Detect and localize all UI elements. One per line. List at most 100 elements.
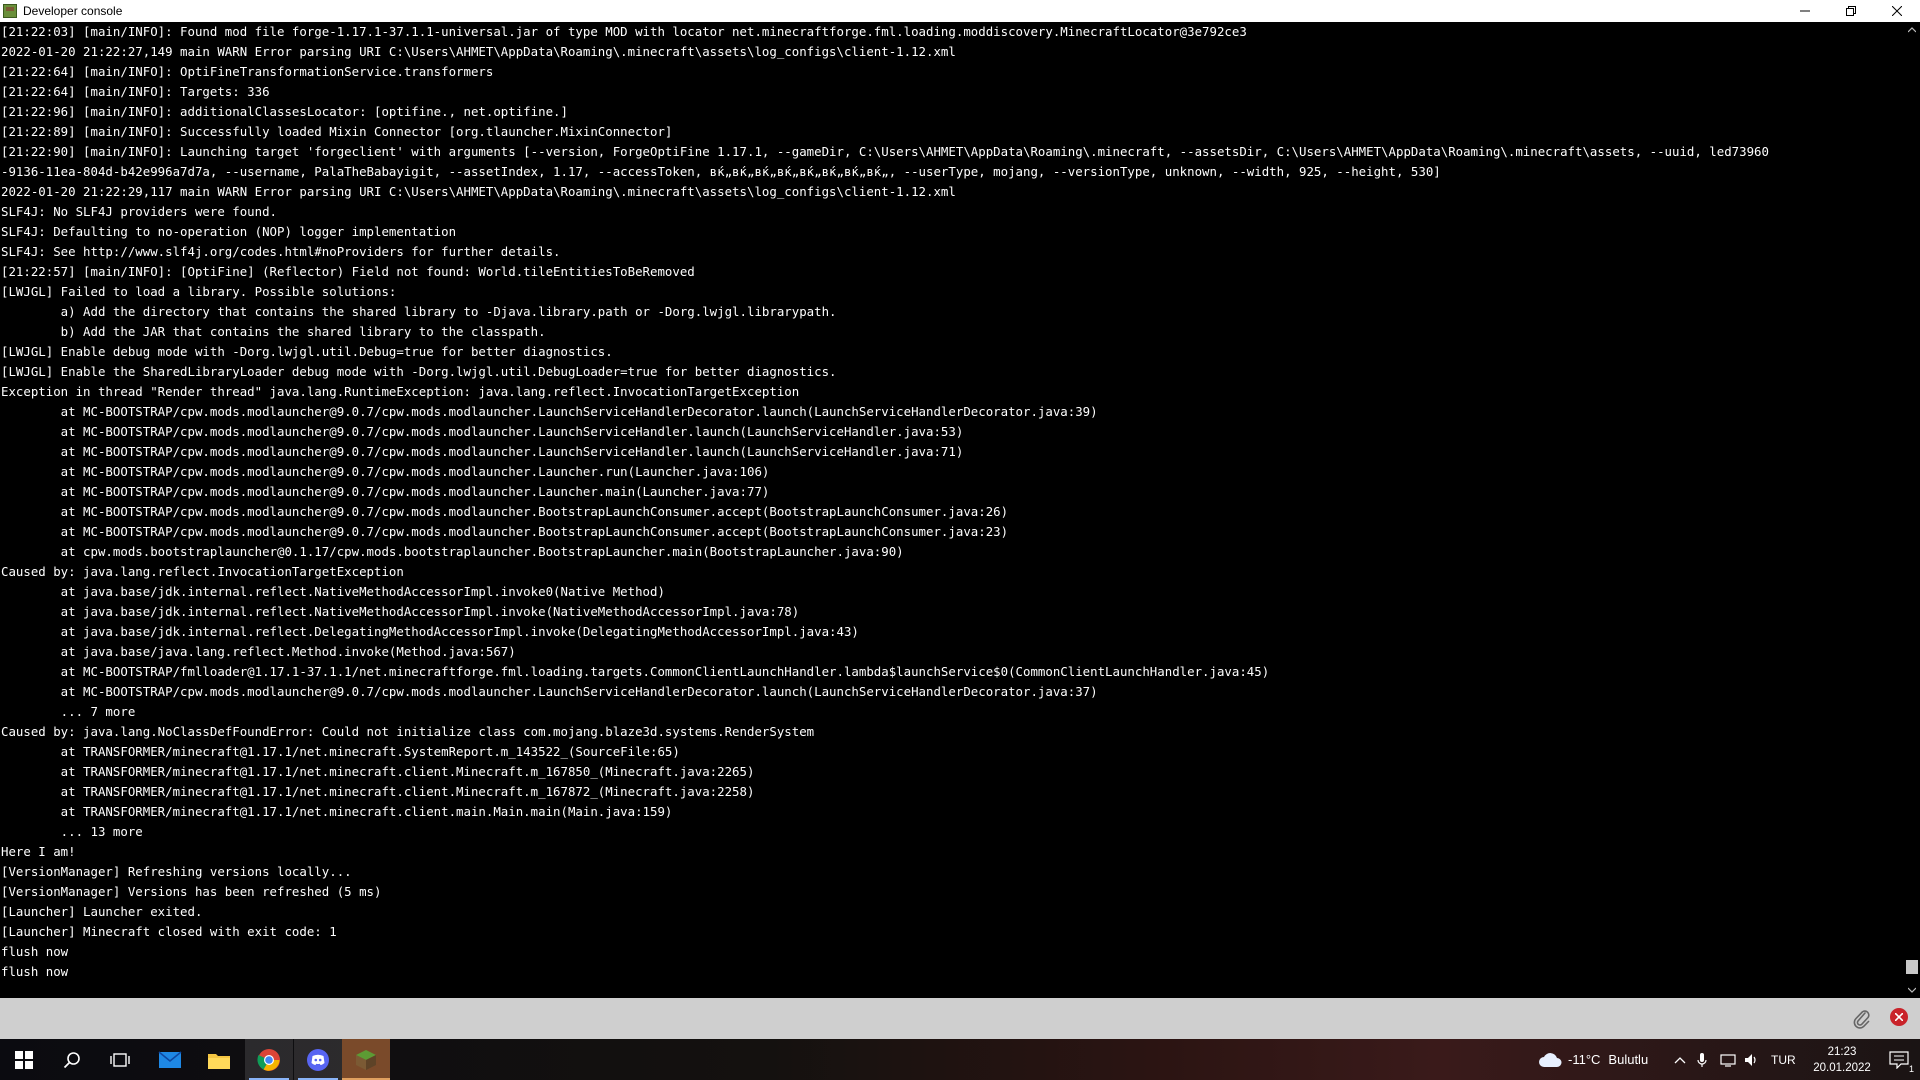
- windows-logo-icon: [15, 1050, 33, 1069]
- scroll-down-button[interactable]: [1904, 982, 1920, 998]
- minecraft-block-icon: [3, 4, 17, 18]
- file-explorer-icon: [208, 1053, 230, 1069]
- close-console-button[interactable]: [1890, 1008, 1908, 1026]
- console-line: ... 13 more: [1, 824, 143, 839]
- window-controls: [1782, 0, 1920, 22]
- console-line: [LWJGL] Enable the SharedLibraryLoader d…: [1, 364, 837, 379]
- console-line: at MC-BOOTSTRAP/cpw.mods.modlauncher@9.0…: [1, 504, 1009, 519]
- start-button[interactable]: [0, 1039, 48, 1080]
- console-line: [21:22:57] [main/INFO]: [OptiFine] (Refl…: [1, 264, 695, 279]
- minecraft-launcher-icon: [356, 1049, 376, 1070]
- microphone-button[interactable]: [1697, 1039, 1707, 1080]
- scrollbar-thumb[interactable]: [1906, 960, 1918, 974]
- input-language-button[interactable]: TUR: [1771, 1039, 1796, 1080]
- console-line: at MC-BOOTSTRAP/fmlloader@1.17.1-37.1.1/…: [1, 664, 1270, 679]
- console-line: [VersionManager] Refreshing versions loc…: [1, 864, 352, 879]
- console-line: at java.base/jdk.internal.reflect.Delega…: [1, 624, 859, 639]
- scroll-up-button[interactable]: [1904, 22, 1920, 38]
- volume-button[interactable]: [1744, 1039, 1760, 1080]
- console-line: Here I am!: [1, 844, 76, 859]
- clock-time: 21:23: [1827, 1045, 1857, 1058]
- console-line: b) Add the JAR that contains the shared …: [1, 324, 546, 339]
- console-line: Caused by: java.lang.NoClassDefFoundErro…: [1, 724, 815, 739]
- weather-widget[interactable]: -11°C Bulutlu: [1538, 1039, 1648, 1080]
- clock-date: 20.01.2022: [1813, 1061, 1871, 1074]
- taskbar-clock[interactable]: 21:23 20.01.2022: [1810, 1039, 1874, 1080]
- console-line: flush now: [1, 964, 69, 979]
- input-language: TUR: [1771, 1052, 1796, 1067]
- console-line: [LWJGL] Enable debug mode with -Dorg.lwj…: [1, 344, 613, 359]
- paperclip-icon: [1853, 1010, 1870, 1029]
- console-line: 2022-01-20 21:22:27,149 main WARN Error …: [1, 44, 956, 59]
- discord-icon: [307, 1048, 329, 1071]
- attach-button[interactable]: [1850, 1007, 1874, 1031]
- notification-count: 1: [1908, 1064, 1914, 1074]
- command-input-bar: [0, 998, 1920, 1039]
- close-window-button[interactable]: [1874, 0, 1920, 22]
- console-line: at MC-BOOTSTRAP/cpw.mods.modlauncher@9.0…: [1, 684, 1098, 699]
- restore-button[interactable]: [1828, 0, 1874, 22]
- discord-button[interactable]: [294, 1039, 342, 1080]
- chevron-up-icon: [1674, 1056, 1686, 1063]
- console-line: at MC-BOOTSTRAP/cpw.mods.modlauncher@9.0…: [1, 484, 770, 499]
- window-title: Developer console: [23, 4, 123, 18]
- console-line: at java.base/java.lang.reflect.Method.in…: [1, 644, 516, 659]
- notification-icon: [1889, 1050, 1909, 1069]
- console-output[interactable]: [21:22:03] [main/INFO]: Found mod file f…: [0, 22, 1904, 998]
- console-line: SLF4J: See http://www.slf4j.org/codes.ht…: [1, 244, 561, 259]
- action-center-button[interactable]: 1: [1878, 1039, 1920, 1080]
- console-line: [21:22:96] [main/INFO]: additionalClasse…: [1, 104, 568, 119]
- weather-description: Bulutlu: [1608, 1052, 1649, 1067]
- close-icon: [1895, 1013, 1903, 1021]
- console-line: at TRANSFORMER/minecraft@1.17.1/net.mine…: [1, 764, 755, 779]
- console-line: 2022-01-20 21:22:29,117 main WARN Error …: [1, 184, 956, 199]
- close-icon: [1892, 6, 1902, 16]
- console-line: at java.base/jdk.internal.reflect.Native…: [1, 584, 665, 599]
- console-line: a) Add the directory that contains the s…: [1, 304, 837, 319]
- chrome-button[interactable]: [245, 1039, 293, 1080]
- console-line: at MC-BOOTSTRAP/cpw.mods.modlauncher@9.0…: [1, 404, 1098, 419]
- mail-app-button[interactable]: [146, 1039, 194, 1080]
- restore-icon: [1846, 6, 1856, 16]
- scroll-up-arrow-icon: [1908, 27, 1916, 33]
- console-line: at MC-BOOTSTRAP/cpw.mods.modlauncher@9.0…: [1, 424, 964, 439]
- minecraft-launcher-button[interactable]: [342, 1039, 390, 1080]
- console-line: flush now: [1, 944, 69, 959]
- network-icon: [1720, 1053, 1736, 1067]
- console-line: at MC-BOOTSTRAP/cpw.mods.modlauncher@9.0…: [1, 464, 770, 479]
- search-icon: [63, 1051, 80, 1068]
- console-line: at TRANSFORMER/minecraft@1.17.1/net.mine…: [1, 784, 755, 799]
- minimize-button[interactable]: [1782, 0, 1828, 22]
- windows-taskbar: -11°C Bulutlu TUR 21:23 20.01.2022 1: [0, 1039, 1920, 1080]
- console-line: [LWJGL] Failed to load a library. Possib…: [1, 284, 397, 299]
- console-line: at TRANSFORMER/minecraft@1.17.1/net.mine…: [1, 804, 673, 819]
- chrome-icon: [257, 1048, 280, 1071]
- window-title-bar[interactable]: Developer console: [0, 0, 1920, 22]
- weather-temperature: -11°C: [1568, 1052, 1601, 1067]
- console-line: [21:22:89] [main/INFO]: Successfully loa…: [1, 124, 673, 139]
- search-button[interactable]: [48, 1039, 96, 1080]
- console-line: [VersionManager] Versions has been refre…: [1, 884, 382, 899]
- command-input[interactable]: [6, 1002, 1840, 1036]
- console-line: [21:22:64] [main/INFO]: Targets: 336: [1, 84, 270, 99]
- show-hidden-icons-button[interactable]: [1674, 1039, 1686, 1080]
- task-view-icon: [110, 1052, 130, 1067]
- console-line: Exception in thread "Render thread" java…: [1, 384, 800, 399]
- task-view-button[interactable]: [96, 1039, 144, 1080]
- speaker-icon: [1745, 1053, 1756, 1066]
- file-explorer-button[interactable]: [195, 1039, 243, 1080]
- console-line: at MC-BOOTSTRAP/cpw.mods.modlauncher@9.0…: [1, 444, 964, 459]
- network-button[interactable]: [1720, 1039, 1736, 1080]
- cloud-icon: [1539, 1052, 1562, 1067]
- console-line: [Launcher] Launcher exited.: [1, 904, 203, 919]
- microphone-icon: [1697, 1052, 1707, 1067]
- console-line: at TRANSFORMER/minecraft@1.17.1/net.mine…: [1, 744, 680, 759]
- console-line: [21:22:03] [main/INFO]: Found mod file f…: [1, 24, 1247, 39]
- console-line: ... 7 more: [1, 704, 136, 719]
- console-line: [Launcher] Minecraft closed with exit co…: [1, 924, 337, 939]
- minimize-icon: [1800, 10, 1810, 12]
- console-line: [21:22:64] [main/INFO]: OptiFineTransfor…: [1, 64, 494, 79]
- console-line: Caused by: java.lang.reflect.InvocationT…: [1, 564, 404, 579]
- console-line: at cpw.mods.bootstraplauncher@0.1.17/cpw…: [1, 544, 904, 559]
- vertical-scrollbar[interactable]: [1904, 22, 1920, 998]
